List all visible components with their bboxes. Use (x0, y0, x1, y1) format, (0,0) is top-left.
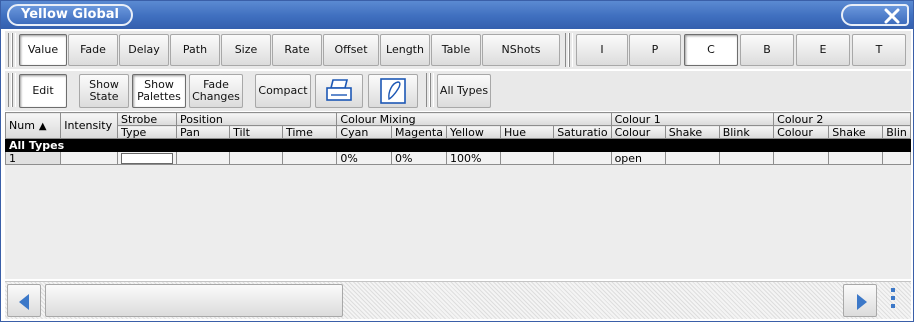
attr-beam-button[interactable]: B (740, 34, 794, 66)
cell-pan[interactable] (176, 151, 231, 165)
table-button[interactable]: Table (431, 34, 481, 66)
strobe-type-header[interactable]: Type (117, 125, 178, 139)
fade-changes-button[interactable]: Fade Changes (189, 74, 243, 108)
position-group-header: Position (176, 112, 338, 126)
sort-ascending-icon: ▲ (38, 120, 47, 132)
colour2-shake-header[interactable]: Shake (828, 125, 884, 139)
colour2-group-header: Colour 2 (773, 112, 911, 126)
offset-button[interactable]: Offset (323, 34, 379, 66)
hue-header[interactable]: Hue (499, 125, 555, 139)
printer-icon (326, 79, 352, 101)
cell-intensity[interactable] (60, 151, 119, 165)
colour2-blink-header[interactable]: Blin (882, 125, 911, 139)
show-palettes-button[interactable]: Show Palettes (132, 74, 186, 108)
saturation-header[interactable]: Saturatio (553, 125, 612, 139)
attr-effect-button[interactable]: E (796, 34, 850, 66)
cell-time[interactable] (281, 151, 338, 165)
colour1-shake-header[interactable]: Shake (664, 125, 720, 139)
delay-button[interactable]: Delay (119, 34, 169, 66)
all-types-button[interactable]: All Types (437, 74, 491, 108)
yellow-header[interactable]: Yellow (445, 125, 501, 139)
scroll-right-button[interactable] (843, 284, 877, 317)
cell-colour2[interactable] (773, 151, 830, 165)
window-title-tab[interactable]: Yellow Global (7, 4, 134, 26)
toolbar-grip[interactable] (7, 33, 16, 67)
pen-icon (380, 78, 406, 104)
cell-num[interactable]: 1 (5, 151, 62, 165)
scroll-left-button[interactable] (7, 284, 41, 317)
nshots-button[interactable]: NShots (482, 34, 560, 66)
cell-colour1[interactable]: open (610, 151, 666, 165)
path-button[interactable]: Path (170, 34, 220, 66)
close-button[interactable] (841, 4, 909, 26)
cell-yellow[interactable]: 100% (445, 151, 501, 165)
edit-button[interactable]: Edit (19, 74, 67, 108)
attr-intensity-button[interactable]: I (576, 34, 628, 66)
cell-strobe-type[interactable] (117, 151, 178, 165)
cell-tilt[interactable] (229, 151, 283, 165)
strobe-group-header: Strobe (117, 112, 178, 126)
tilt-header[interactable]: Tilt (229, 125, 283, 139)
strobe-type-field[interactable] (121, 152, 174, 164)
value-button[interactable]: Value (19, 34, 67, 66)
attr-position-button[interactable]: P (629, 34, 681, 66)
table-row[interactable]: 1 0% 0% 100% open (5, 151, 911, 165)
cell-saturation[interactable] (553, 151, 612, 165)
window-title: Yellow Global (21, 7, 120, 22)
fade-button[interactable]: Fade (68, 34, 118, 66)
size-button[interactable]: Size (221, 34, 271, 66)
cell-hue[interactable] (499, 151, 555, 165)
colour-mixing-group-header: Colour Mixing (336, 112, 612, 126)
compact-button[interactable]: Compact (255, 74, 311, 108)
toolbar-grip[interactable] (7, 73, 16, 107)
attribute-grid[interactable]: Num ▲ Intensity Strobe Position Colour Mi… (5, 112, 911, 279)
cell-colour1-blink[interactable] (718, 151, 775, 165)
attribute-table: Num ▲ Intensity Strobe Position Colour Mi… (5, 112, 911, 165)
show-state-button[interactable]: Show State (79, 74, 129, 108)
intensity-column-header[interactable]: Intensity (60, 112, 119, 139)
toolbar-grip[interactable] (564, 33, 573, 67)
colour1-group-header: Colour 1 (610, 112, 775, 126)
pan-header[interactable]: Pan (176, 125, 231, 139)
rate-button[interactable]: Rate (272, 34, 322, 66)
cell-magenta[interactable]: 0% (390, 151, 447, 165)
num-column-header[interactable]: Num ▲ (5, 112, 62, 139)
cell-colour1-shake[interactable] (664, 151, 720, 165)
colour1-blink-header[interactable]: Blink (718, 125, 775, 139)
colour1-colour-header[interactable]: Colour (610, 125, 666, 139)
toolbar-row-2: Edit Show State Show Palettes Fade Chang… (5, 71, 911, 111)
horizontal-scrollbar[interactable] (5, 281, 911, 319)
length-button[interactable]: Length (380, 34, 430, 66)
cell-colour2-shake[interactable] (828, 151, 884, 165)
more-options-icon[interactable] (889, 288, 897, 316)
edit-pen-button[interactable] (368, 74, 418, 108)
attr-time-button[interactable]: T (852, 34, 906, 66)
title-bar: Yellow Global (1, 1, 913, 29)
scroll-thumb[interactable] (45, 284, 343, 317)
time-header[interactable]: Time (281, 125, 338, 139)
cell-cyan[interactable]: 0% (336, 151, 392, 165)
cyan-header[interactable]: Cyan (336, 125, 392, 139)
close-icon (884, 8, 900, 24)
print-button[interactable] (315, 74, 363, 108)
toolbar-grip[interactable] (425, 73, 434, 107)
cell-colour2-blink[interactable] (882, 151, 911, 165)
attr-colour-button[interactable]: C (684, 34, 738, 66)
arrow-right-icon (857, 294, 867, 310)
yellow-global-window: Yellow Global Value Fade Delay Path Size… (0, 0, 914, 322)
arrow-left-icon (19, 294, 29, 310)
section-all-types: All Types (5, 138, 911, 152)
toolbar-row-1: Value Fade Delay Path Size Rate Offset L… (5, 31, 911, 69)
magenta-header[interactable]: Magenta (390, 125, 447, 139)
colour2-colour-header[interactable]: Colour (773, 125, 830, 139)
